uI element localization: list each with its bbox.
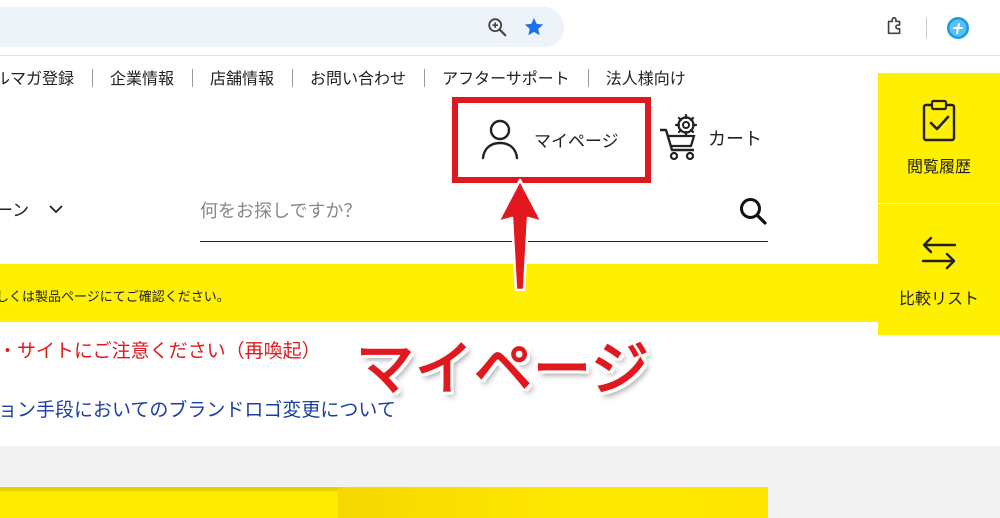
news-link-warning[interactable]: ・サイトにご注意ください（再喚起） xyxy=(0,336,321,363)
cart-gear-icon xyxy=(660,114,698,161)
browser-toolbar xyxy=(0,0,1000,56)
rail-history-label: 閲覧履歴 xyxy=(906,157,971,176)
nav-item-business[interactable]: 法人様向け xyxy=(587,65,704,89)
mypage-link[interactable]: マイページ xyxy=(480,117,619,161)
rail-compare-button[interactable]: 比較リスト xyxy=(878,205,1000,335)
top-nav: ルマガ登録 企業情報 店舗情報 お問い合わせ アフターサポート 法人様向け xyxy=(0,62,704,92)
nav-item-aftersupport[interactable]: アフターサポート xyxy=(424,65,588,89)
annotation-callout: マイページ xyxy=(356,335,650,403)
zoom-in-icon[interactable] xyxy=(486,16,508,38)
notice-text: しくは製品ページにてご確認ください。 xyxy=(0,290,230,305)
rail-compare-label: 比較リスト xyxy=(898,289,979,308)
category-label: ーン xyxy=(0,201,30,221)
cart-label: カート xyxy=(708,129,762,150)
side-rail: 閲覧履歴 比較リスト xyxy=(878,73,1000,335)
toolbar-divider xyxy=(926,18,927,38)
clipboard-check-icon xyxy=(922,99,956,142)
search-icon[interactable] xyxy=(738,196,768,226)
puzzle-icon[interactable] xyxy=(884,15,906,37)
profile-avatar-icon[interactable] xyxy=(946,16,970,40)
notice-banner: しくは製品ページにてご確認ください。 xyxy=(0,264,878,322)
mypage-label: マイページ xyxy=(534,131,619,152)
news-link-logo-change[interactable]: ョン手段においてのブランドロゴ変更について xyxy=(0,395,396,422)
promo-banner-shade xyxy=(338,487,768,518)
search-input[interactable] xyxy=(200,194,700,228)
nav-item-company[interactable]: 企業情報 xyxy=(92,65,192,89)
page: { "browser": { "zoom_icon": "zoom-in-ico… xyxy=(0,0,1000,518)
mypage-highlight-box: マイページ xyxy=(452,97,651,183)
nav-item-contact[interactable]: お問い合わせ xyxy=(292,65,424,89)
address-bar[interactable] xyxy=(0,7,564,47)
swap-arrows-icon xyxy=(921,236,957,270)
person-icon xyxy=(481,119,519,160)
nav-item-stores[interactable]: 店舗情報 xyxy=(192,65,292,89)
star-icon[interactable] xyxy=(523,16,545,38)
nav-item-mailmag[interactable]: ルマガ登録 xyxy=(0,65,92,89)
search-bar xyxy=(200,186,768,242)
promo-banner-edge xyxy=(0,487,338,491)
cart-link[interactable]: カート xyxy=(658,114,762,162)
rail-history-button[interactable]: 閲覧履歴 xyxy=(878,73,1000,204)
chevron-down-icon xyxy=(49,204,63,213)
category-dropdown[interactable]: ーン xyxy=(0,196,63,221)
annotation-arrow xyxy=(496,178,544,292)
